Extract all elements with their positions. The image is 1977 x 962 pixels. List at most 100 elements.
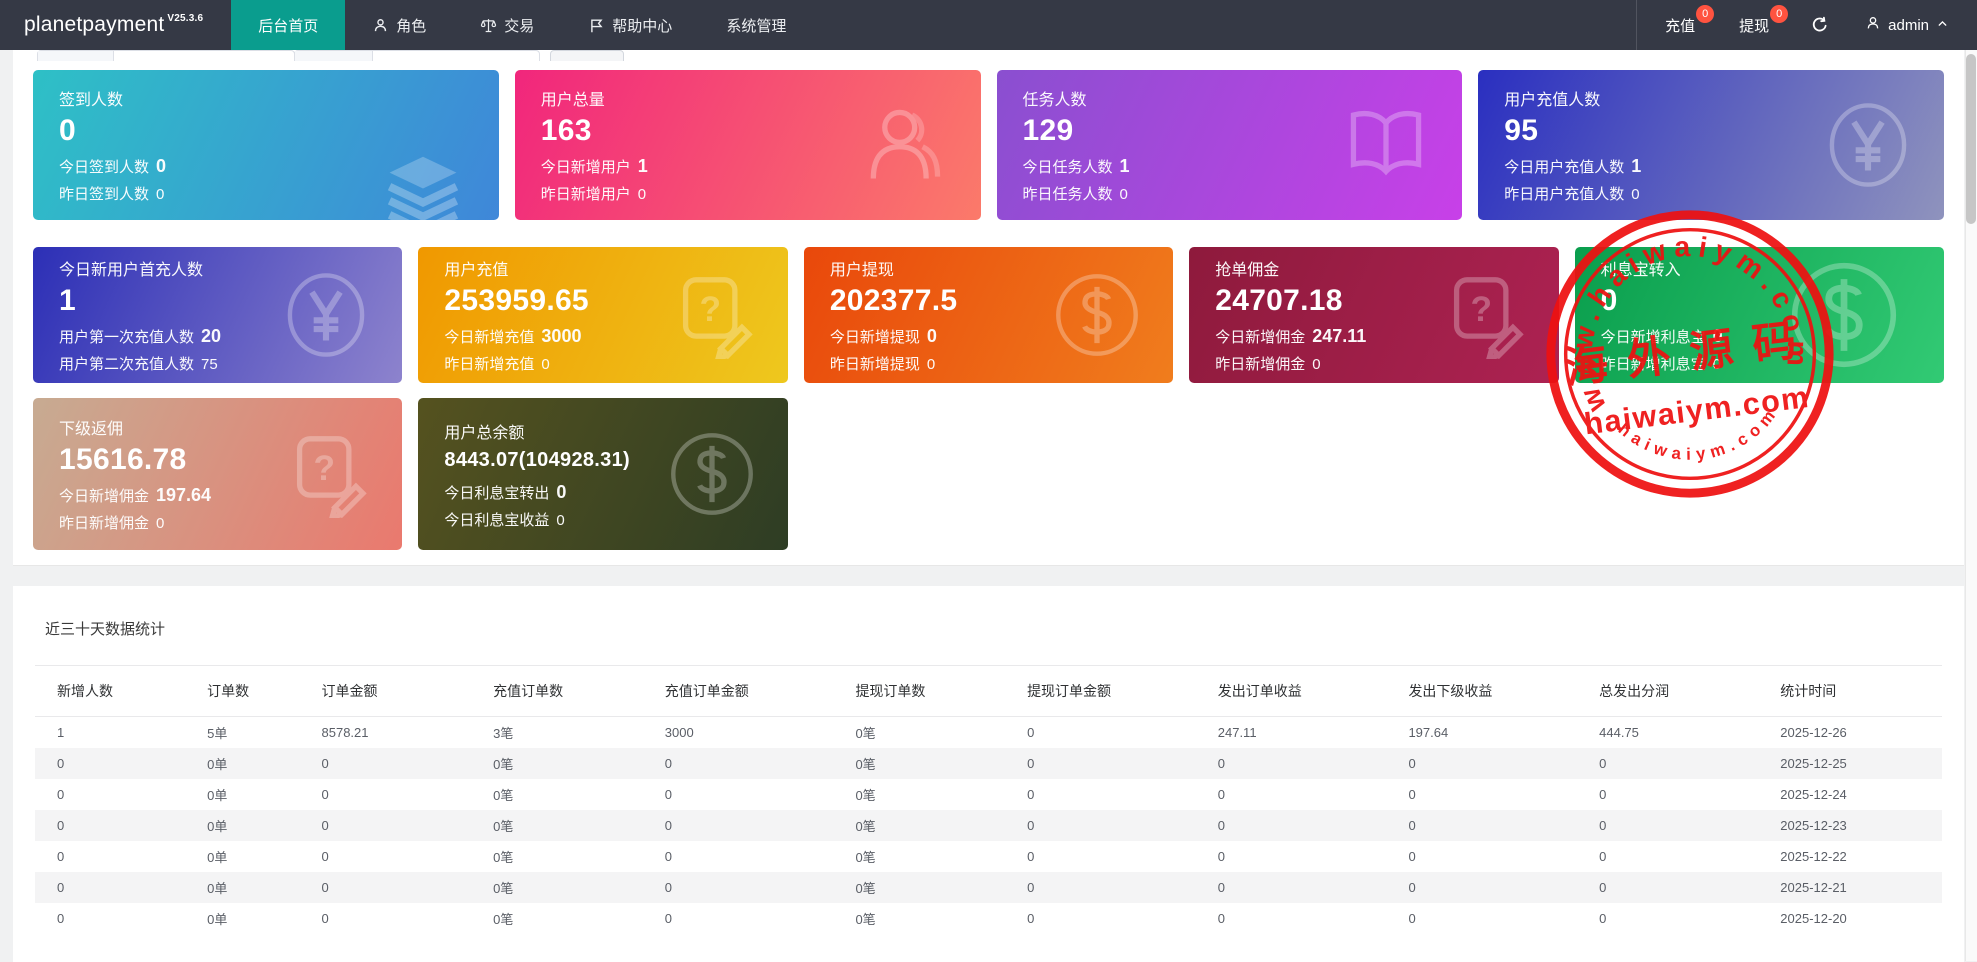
stat-card-subline: 今日新增佣金197.64: [59, 485, 376, 506]
stat-card-title: 用户充值: [444, 256, 761, 280]
table-header-cell: 提现订单数: [845, 666, 1017, 717]
subline-label: 昨日新增充值: [444, 356, 534, 373]
table-cell: 0笔: [483, 903, 655, 934]
subline-value: 1: [638, 156, 648, 176]
subline-value: 0: [1631, 186, 1639, 203]
table-cell: 0: [35, 810, 197, 841]
stat-card-sub-rebate[interactable]: 下级返佣15616.78今日新增佣金197.64昨日新增佣金0?: [33, 398, 402, 550]
table-row[interactable]: 00单00笔00笔00002025-12-22: [35, 841, 1942, 872]
nav-item-trade[interactable]: 交易: [453, 0, 561, 50]
stat-card-subline: 昨日新增佣金0: [59, 512, 376, 533]
table-header-cell: 订单数: [197, 666, 311, 717]
nav-item-system[interactable]: 系统管理: [699, 0, 813, 50]
subline-value: 0: [541, 356, 549, 373]
table-cell: 444.75: [1589, 717, 1770, 748]
table-cell: 0: [312, 748, 484, 779]
scrollbar-thumb[interactable]: [1966, 54, 1976, 224]
table-cell: 3笔: [483, 717, 655, 748]
table-header-cell: 订单金额: [312, 666, 484, 717]
stat-card-user-recharge[interactable]: 用户充值253959.65今日新增充值3000昨日新增充值0?: [418, 247, 787, 383]
table-cell: 0: [312, 810, 484, 841]
subline-label: 今日任务人数: [1023, 159, 1113, 176]
table-cell: 3000: [655, 717, 846, 748]
stat-card-value: 129: [1023, 114, 1437, 148]
stats-table: 新增人数订单数订单金额充值订单数充值订单金额提现订单数提现订单金额发出订单收益发…: [35, 665, 1942, 934]
subline-label: 昨日任务人数: [1023, 186, 1113, 203]
subline-value: 0: [1312, 356, 1320, 373]
table-row[interactable]: 00单00笔00笔00002025-12-24: [35, 779, 1942, 810]
stat-card-subline: 用户第二次充值人数75: [59, 353, 376, 374]
table-cell: 0: [655, 748, 846, 779]
table-cell: 5单: [197, 717, 311, 748]
subline-value: 20: [201, 326, 221, 346]
table-cell: 0: [655, 810, 846, 841]
table-header-cell: 发出下级收益: [1398, 666, 1589, 717]
table-cell: 0: [1017, 810, 1208, 841]
subline-label: 今日新增佣金: [59, 488, 149, 505]
clipped-filter-button[interactable]: [550, 50, 624, 61]
quick-action-recharge[interactable]: 充值0: [1636, 0, 1717, 50]
stat-card-task-count[interactable]: 任务人数129今日任务人数1昨日任务人数0: [997, 70, 1463, 220]
table-cell: 2025-12-22: [1770, 841, 1942, 872]
stat-card-user-total[interactable]: 用户总量163今日新增用户1昨日新增用户0: [515, 70, 981, 220]
table-cell: 197.64: [1398, 717, 1589, 748]
table-cell: 0: [1589, 841, 1770, 872]
brand-logo[interactable]: planetpayment V25.3.6: [0, 0, 231, 50]
subline-value: 247.11: [1312, 326, 1366, 346]
stat-card-subline: 昨日新增用户0: [541, 183, 955, 204]
subline-label: 昨日新增提现: [830, 356, 920, 373]
table-row[interactable]: 00单00笔00笔00002025-12-23: [35, 810, 1942, 841]
table-cell: 0单: [197, 748, 311, 779]
user-menu[interactable]: admin: [1849, 0, 1977, 50]
stat-card-signin-count[interactable]: 签到人数0今日签到人数0昨日签到人数0: [33, 70, 499, 220]
table-cell: 0笔: [845, 779, 1017, 810]
clipped-filter-field-1[interactable]: [37, 50, 295, 61]
quick-action-label: 提现: [1739, 15, 1769, 36]
stat-card-title: 用户提现: [830, 256, 1147, 280]
table-row[interactable]: 00单00笔00笔00002025-12-20: [35, 903, 1942, 934]
stat-card-value: 8443.07(104928.31): [444, 449, 761, 472]
table-row[interactable]: 15单8578.213笔30000笔0247.11197.64444.75202…: [35, 717, 1942, 748]
table-cell: 2025-12-20: [1770, 903, 1942, 934]
table-cell: 0: [1208, 841, 1399, 872]
subline-value: 0: [556, 482, 566, 502]
nav-item-home[interactable]: 后台首页: [231, 0, 345, 50]
vertical-scrollbar[interactable]: [1965, 50, 1977, 961]
cards-row1: 签到人数0今日签到人数0昨日签到人数0用户总量163今日新增用户1昨日新增用户0…: [33, 70, 1944, 220]
stat-card-order-commission[interactable]: 抢单佣金24707.18今日新增佣金247.11昨日新增佣金0?: [1189, 247, 1558, 383]
table-cell: 0笔: [845, 903, 1017, 934]
stat-card-subline: 今日新增提现0: [830, 326, 1147, 347]
table-row[interactable]: 00单00笔00笔00002025-12-25: [35, 748, 1942, 779]
nav-item-label: 交易: [504, 15, 534, 36]
nav-item-role[interactable]: 角色: [345, 0, 453, 50]
table-cell: 0: [35, 841, 197, 872]
clipped-filter-field-2[interactable]: [294, 50, 540, 61]
stat-card-recharge-users[interactable]: 用户充值人数95今日用户充值人数1昨日用户充值人数0: [1478, 70, 1944, 220]
table-cell: 247.11: [1208, 717, 1399, 748]
flag-icon: [588, 17, 605, 34]
subline-label: 昨日用户充值人数: [1504, 186, 1624, 203]
subline-value: 0: [156, 186, 164, 203]
nav-item-help[interactable]: 帮助中心: [561, 0, 699, 50]
stat-card-user-withdraw[interactable]: 用户提现202377.5今日新增提现0昨日新增提现0: [804, 247, 1173, 383]
table-title: 近三十天数据统计: [45, 618, 1942, 639]
stat-card-first-recharge-today[interactable]: 今日新用户首充人数1用户第一次充值人数20用户第二次充值人数75: [33, 247, 402, 383]
quick-action-withdraw[interactable]: 提现0: [1717, 0, 1791, 50]
brand-name: planetpayment: [24, 13, 164, 37]
quick-action-label: 充值: [1665, 15, 1695, 36]
stat-card-subline: 昨日新增利息宝0: [1601, 353, 1918, 374]
table-row[interactable]: 00单00笔00笔00002025-12-21: [35, 872, 1942, 903]
stat-card-value: 24707.18: [1215, 284, 1532, 318]
stat-card-value: 95: [1504, 114, 1918, 148]
table-cell: 0: [1589, 872, 1770, 903]
table-cell: 0: [1017, 872, 1208, 903]
stat-card-value: 15616.78: [59, 443, 376, 477]
stat-card-user-balance[interactable]: 用户总余额8443.07(104928.31)今日利息宝转出0今日利息宝收益0: [418, 398, 787, 550]
refresh-button[interactable]: [1791, 0, 1849, 50]
table-cell: 8578.21: [312, 717, 484, 748]
subline-value: 0: [556, 512, 564, 529]
stat-card-title: 今日新用户首充人数: [59, 256, 376, 280]
stat-card-subline: 用户第一次充值人数20: [59, 326, 376, 347]
table-header-row: 新增人数订单数订单金额充值订单数充值订单金额提现订单数提现订单金额发出订单收益发…: [35, 666, 1942, 717]
stat-card-interest-transfer-in[interactable]: 利息宝转入0今日新增利息宝0昨日新增利息宝0: [1575, 247, 1944, 383]
